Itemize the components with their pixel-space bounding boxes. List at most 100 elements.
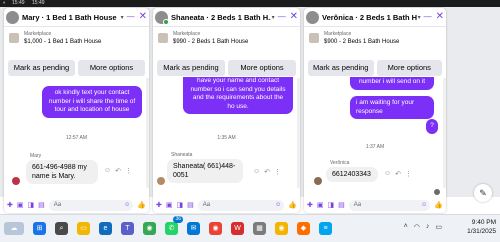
plus-icon[interactable]: ✚ — [156, 202, 162, 209]
gif-icon[interactable]: ▤ — [38, 202, 45, 209]
chevron-down-icon[interactable]: ▾ — [272, 14, 275, 21]
marketplace-listing[interactable]: Marketplace $900 - 2 Beds 1 Bath House — [304, 28, 446, 58]
scrollbar[interactable] — [297, 78, 300, 188]
minimize-icon[interactable]: — — [278, 13, 286, 21]
widgets-icon[interactable]: ☁ — [4, 222, 24, 235]
chat-title[interactable]: Verônica · 2 Beds 1 Bath Hou... — [322, 13, 417, 22]
sticker-icon[interactable]: ◨ — [328, 202, 335, 209]
gif-icon[interactable]: ▤ — [187, 202, 194, 209]
listing-title: $1,000 - 1 Bed 1 Bath House — [24, 39, 102, 45]
more-icon[interactable]: ⋮ — [274, 168, 281, 176]
marketplace-listing[interactable]: Marketplace $1,000 - 1 Bed 1 Bath House — [4, 28, 149, 58]
chrome-profile-2-icon[interactable]: ◉ — [275, 222, 288, 235]
listing-thumbnail — [309, 33, 319, 43]
chevron-down-icon[interactable]: ▾ — [418, 14, 421, 21]
sticker-icon[interactable]: ◨ — [177, 202, 184, 209]
scrollbar[interactable] — [443, 78, 446, 188]
marketplace-label: Marketplace — [24, 31, 52, 37]
messenger-icon[interactable]: ✉ — [187, 222, 200, 235]
sender-name: Shaneata — [171, 152, 193, 158]
emoji-icon[interactable]: ☺ — [275, 200, 281, 211]
minimize-icon[interactable]: — — [424, 13, 432, 21]
app-icon[interactable]: ▦ — [253, 222, 266, 235]
notepad-icon[interactable]: ≡ — [319, 222, 332, 235]
start-icon[interactable]: ⊞ — [33, 222, 46, 235]
edge-icon[interactable]: e — [99, 222, 112, 235]
emoji-react-icon[interactable]: ☺ — [384, 170, 391, 178]
chat-title[interactable]: Shaneata · 2 Beds 1 Bath H... — [171, 13, 271, 22]
outgoing-message-2[interactable]: i am waiting for your response — [350, 96, 434, 119]
plus-icon[interactable]: ✚ — [7, 202, 13, 209]
scrollbar[interactable] — [146, 78, 149, 188]
more-options-button[interactable]: More options — [228, 60, 296, 76]
plus-icon[interactable]: ✚ — [307, 202, 313, 209]
chrome-icon[interactable]: ◉ — [143, 222, 156, 235]
image-icon[interactable]: ▣ — [317, 202, 324, 209]
mark-as-pending-button[interactable]: Mark as pending — [308, 60, 374, 76]
incoming-message[interactable]: 6612403343 — [326, 167, 378, 182]
chat-header[interactable]: Mary · 1 Bed 1 Bath House ▾ — ✕ — [4, 8, 149, 27]
volume-icon[interactable]: ♪ — [426, 223, 430, 231]
message-input[interactable]: Aa ☺ — [348, 199, 431, 211]
image-icon[interactable]: ▣ — [166, 202, 173, 209]
message-input[interactable]: Aa ☺ — [48, 199, 134, 211]
message-input[interactable]: Aa ☺ — [197, 199, 285, 211]
more-icon[interactable]: ⋮ — [405, 170, 412, 178]
close-icon[interactable]: ✕ — [436, 12, 444, 22]
app-2-icon[interactable]: ◆ — [297, 222, 310, 235]
system-clock[interactable]: 9:40 PM 1/31/2025 — [467, 218, 496, 236]
wps-icon[interactable]: W — [231, 222, 244, 235]
file-explorer-icon[interactable]: ▭ — [77, 222, 90, 235]
emoji-react-icon[interactable]: ☺ — [104, 167, 111, 175]
outgoing-message-3[interactable]: ? — [426, 119, 438, 134]
thumbs-up-icon[interactable]: 👍 — [288, 202, 297, 209]
minimize-icon[interactable]: — — [127, 13, 135, 21]
input-placeholder: Aa — [53, 201, 62, 208]
image-icon[interactable]: ▣ — [17, 202, 24, 209]
more-options-button[interactable]: More options — [78, 60, 145, 76]
chat-title[interactable]: Mary · 1 Bed 1 Bath House — [22, 13, 120, 22]
wifi-icon[interactable]: ◠ — [414, 223, 420, 231]
chevron-up-icon[interactable]: ˄ — [404, 223, 408, 231]
more-options-button[interactable]: More options — [376, 60, 442, 76]
battery-icon[interactable]: ▭ — [435, 223, 442, 231]
reply-icon[interactable]: ↶ — [395, 170, 401, 178]
chat-header[interactable]: Shaneata · 2 Beds 1 Bath H... ▾ — ✕ — [153, 8, 300, 27]
gif-icon[interactable]: ▤ — [338, 202, 345, 209]
thumbs-up-icon[interactable]: 👍 — [137, 202, 146, 209]
chat-header[interactable]: Verônica · 2 Beds 1 Bath Hou... ▾ — ✕ — [304, 8, 446, 27]
search-icon[interactable]: ⌕ — [55, 222, 68, 235]
teams-icon[interactable]: T — [121, 222, 134, 235]
marketplace-listing[interactable]: Marketplace $990 - 2 Beds 1 Bath House — [153, 28, 300, 58]
incoming-message[interactable]: 661-496-4988 my name is Mary. — [26, 160, 98, 184]
thumbs-up-icon[interactable]: 👍 — [434, 202, 443, 209]
incoming-message[interactable]: Shaneata( 661)448-0051 — [167, 159, 243, 183]
close-icon[interactable]: ✕ — [139, 12, 147, 22]
outgoing-message-1[interactable]: number i will send on it — [350, 77, 434, 90]
reply-icon[interactable]: ↶ — [264, 168, 270, 176]
emoji-react-icon[interactable]: ☺ — [253, 168, 260, 176]
chrome-profile-icon[interactable]: ◉ — [209, 222, 222, 235]
message-list: ok kindly text your contact number i wil… — [4, 77, 149, 197]
listing-thumbnail — [9, 33, 19, 43]
avatar[interactable] — [155, 10, 169, 25]
avatar[interactable] — [306, 10, 319, 24]
more-icon[interactable]: ⋮ — [125, 167, 132, 175]
sticker-icon[interactable]: ◨ — [28, 202, 35, 209]
emoji-icon[interactable]: ☺ — [124, 200, 130, 211]
mark-as-pending-button[interactable]: Mark as pending — [157, 60, 225, 76]
chat-window-veronica: Verônica · 2 Beds 1 Bath Hou... ▾ — ✕ Ma… — [304, 8, 446, 213]
avatar[interactable] — [6, 10, 19, 24]
mark-as-pending-button[interactable]: Mark as pending — [8, 60, 75, 76]
chevron-down-icon[interactable]: ▾ — [121, 14, 124, 21]
new-message-icon[interactable]: ✎ — [474, 184, 492, 202]
outgoing-message[interactable]: ok kindly text your contact number i wil… — [42, 86, 142, 118]
listing-title: $990 - 2 Beds 1 Bath House — [173, 39, 249, 45]
whatsapp-icon[interactable]: ✆ 36 — [165, 216, 183, 235]
message-input-row: ✚ ▣ ◨ ▤ Aa ☺ 👍 — [304, 197, 446, 213]
outgoing-message[interactable]: have your name and contact number so i c… — [183, 77, 293, 114]
message-timestamp: 1:37 AM — [365, 144, 385, 150]
reply-icon[interactable]: ↶ — [115, 167, 121, 175]
emoji-icon[interactable]: ☺ — [421, 200, 427, 211]
close-icon[interactable]: ✕ — [290, 12, 298, 22]
